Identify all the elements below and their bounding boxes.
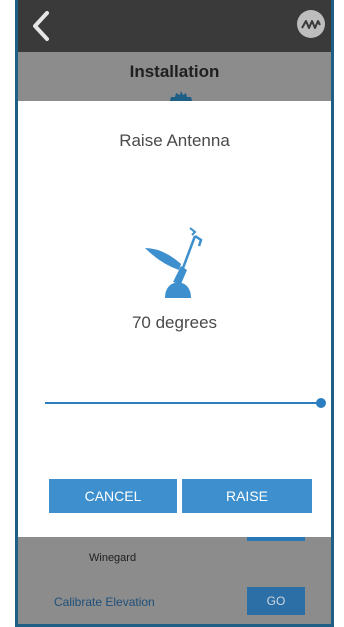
chevron-left-icon: [33, 11, 49, 41]
dialog-title: Raise Antenna: [119, 131, 230, 150]
cancel-button[interactable]: CANCEL: [49, 479, 177, 513]
app-screen: Installation Raise Antenna 70 degrees CA…: [18, 0, 331, 624]
raise-antenna-dialog: Raise Antenna 70 degrees CANCEL RAISE: [18, 101, 331, 537]
degrees-readout: 70 degrees: [131, 313, 218, 332]
background-button-peek: [247, 537, 305, 541]
raise-button[interactable]: RAISE: [182, 479, 312, 513]
device-frame: Installation Raise Antenna 70 degrees CA…: [15, 0, 334, 627]
elevation-slider[interactable]: [45, 391, 326, 415]
top-bar: [18, 0, 331, 52]
winegard-logo-icon: [301, 20, 321, 29]
slider-thumb[interactable]: [316, 398, 326, 408]
antenna-icon: [145, 227, 203, 298]
back-button[interactable]: [24, 6, 58, 46]
calibrate-elevation-label: Calibrate Elevation: [54, 595, 155, 609]
page-title: Installation: [129, 62, 220, 81]
winegard-logo-button[interactable]: [297, 10, 325, 38]
go-button[interactable]: GO: [247, 587, 305, 615]
winegard-label: Winegard: [89, 552, 137, 564]
slider-fill: [45, 402, 321, 404]
